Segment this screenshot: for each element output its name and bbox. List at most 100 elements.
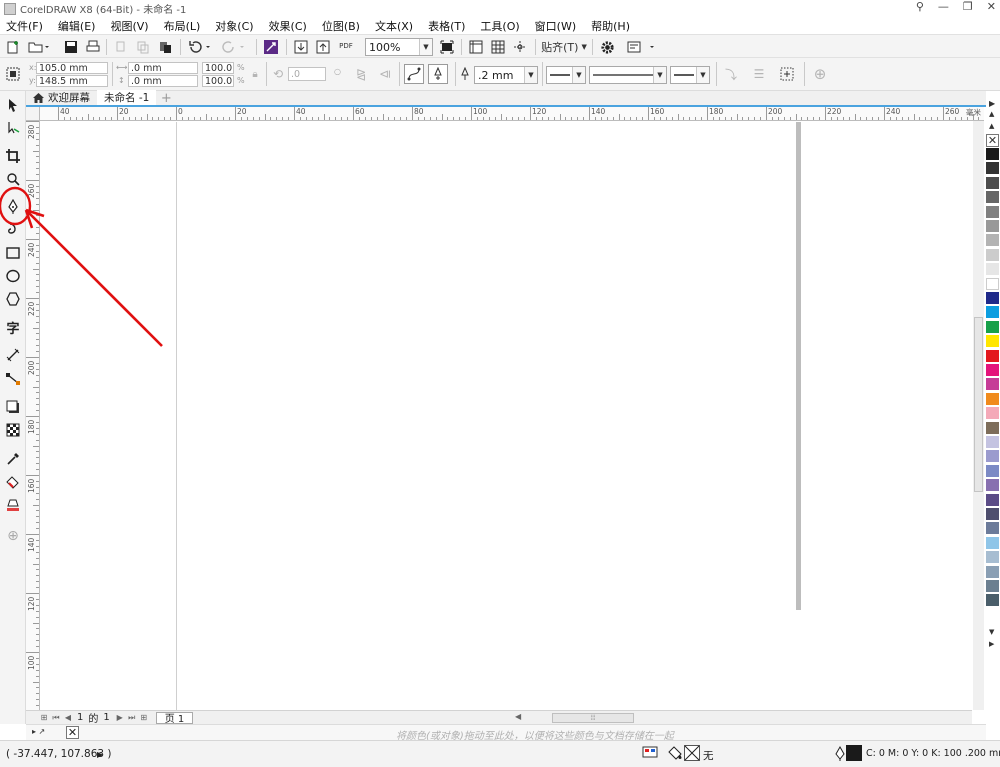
palette-swatch[interactable]	[986, 421, 999, 434]
smart-fill-tool-icon[interactable]	[4, 496, 22, 514]
palette-swatch[interactable]	[986, 292, 999, 304]
minimize-button[interactable]: —	[938, 0, 949, 13]
show-rulers-icon[interactable]	[467, 38, 485, 56]
scroll-left-icon[interactable]: ◀	[515, 712, 521, 721]
horizontal-scroll-thumb[interactable]: ⦙⦙⦙	[552, 713, 634, 723]
horizontal-ruler[interactable]: 40 20 0 20 40 60 80 100 120 140 160 180 200 220 240 260…	[40, 107, 984, 121]
add-tab-button[interactable]: +	[159, 91, 173, 106]
shape-tool-icon[interactable]	[4, 119, 22, 137]
palette-swatch[interactable]	[986, 551, 999, 564]
wrap-text-icon[interactable]: ☰	[750, 65, 768, 83]
palette-swatch[interactable]	[986, 162, 999, 175]
add-page-before-icon[interactable]: ⊞	[38, 712, 50, 724]
pick-tool-icon[interactable]	[4, 96, 22, 114]
page-size-icon[interactable]	[4, 65, 22, 83]
snap-to-button[interactable]: 贴齐(T) ▼	[541, 38, 587, 56]
palette-swatch[interactable]	[986, 522, 999, 535]
object-height-field[interactable]: .0 mm	[128, 75, 198, 87]
menu-bitmaps[interactable]: 位图(B)	[322, 18, 360, 34]
redo-icon[interactable]	[220, 38, 248, 56]
full-screen-icon[interactable]	[438, 38, 456, 56]
chevron-down-icon[interactable]: ▼	[653, 67, 666, 83]
palette-swatch[interactable]	[986, 263, 999, 276]
palette-swatch[interactable]	[986, 248, 999, 261]
ellipse-tool-icon[interactable]	[4, 267, 22, 285]
menu-tools[interactable]: 工具(O)	[480, 18, 519, 34]
chevron-down-icon[interactable]: ▼	[572, 67, 585, 83]
start-arrowhead-select[interactable]: ▼	[546, 66, 586, 84]
zoom-tool-icon[interactable]	[4, 170, 22, 188]
palette-swatch[interactable]	[986, 493, 999, 506]
account-icon[interactable]: ⚲	[916, 0, 924, 13]
outline-color-swatch[interactable]	[846, 745, 862, 761]
palette-swatch[interactable]	[986, 450, 999, 463]
color-proofing-icon[interactable]	[642, 745, 658, 764]
text-tool-icon[interactable]: 字	[4, 318, 22, 337]
object-width-field[interactable]: .0 mm	[128, 62, 198, 74]
palette-swatch[interactable]	[986, 191, 999, 204]
export-icon[interactable]	[314, 38, 332, 56]
import-icon[interactable]	[292, 38, 310, 56]
docker-expand-icon[interactable]: ▶	[989, 99, 995, 108]
palette-swatch[interactable]	[986, 205, 999, 218]
palette-swatch[interactable]	[986, 436, 999, 448]
interactive-fill-tool-icon[interactable]	[4, 473, 22, 491]
polygon-tool-icon[interactable]	[4, 290, 22, 308]
color-eyedropper-tool-icon[interactable]	[4, 450, 22, 468]
palette-swatch[interactable]	[986, 536, 999, 549]
auto-add-delete-icon[interactable]	[428, 64, 448, 84]
tab-welcome-screen[interactable]: 欢迎屏幕	[26, 90, 97, 105]
palette-swatch[interactable]	[986, 392, 999, 405]
menu-window[interactable]: 窗口(W)	[535, 18, 576, 34]
add-options-icon[interactable]: ⊕	[810, 65, 830, 83]
save-icon[interactable]	[62, 38, 80, 56]
end-arrowhead-select[interactable]: ▼	[670, 66, 710, 84]
palette-swatch[interactable]	[986, 364, 999, 376]
show-guidelines-icon[interactable]	[511, 38, 529, 56]
mirror-vertical-icon[interactable]: ⧏	[376, 65, 394, 83]
previous-page-icon[interactable]: ◀	[62, 712, 74, 724]
palette-swatch[interactable]	[986, 349, 999, 362]
print-icon[interactable]	[84, 38, 102, 56]
palette-swatch[interactable]	[986, 580, 999, 592]
add-tool-icon[interactable]: ⊕	[4, 527, 22, 545]
palette-swatch[interactable]	[986, 464, 999, 477]
palette-scroll-up-icon[interactable]: ▲	[989, 122, 994, 130]
page-tab-1[interactable]: 页 1	[155, 711, 194, 725]
add-page-after-icon[interactable]: ⊞	[138, 712, 150, 724]
chevron-down-icon[interactable]: ▼	[696, 67, 709, 83]
palette-swatch[interactable]	[986, 508, 999, 520]
palette-swatch[interactable]	[986, 306, 999, 319]
line-style-select[interactable]: ▼	[589, 66, 667, 84]
menu-text[interactable]: 文本(X)	[375, 18, 413, 34]
menu-help[interactable]: 帮助(H)	[591, 18, 630, 34]
options-gear-icon[interactable]	[598, 38, 616, 56]
show-grid-icon[interactable]	[489, 38, 507, 56]
palette-swatch[interactable]	[986, 148, 999, 160]
palette-swatch[interactable]	[986, 320, 999, 333]
palette-scroll-down-icon[interactable]: ▼	[989, 628, 994, 636]
rectangle-tool-icon[interactable]	[4, 244, 22, 262]
ruler-origin[interactable]	[26, 107, 40, 121]
position-x-field[interactable]: 105.0 mm	[36, 62, 108, 74]
palette-swatch[interactable]	[986, 594, 999, 607]
rotation-angle-field[interactable]: .0	[288, 67, 326, 81]
position-y-field[interactable]: 148.5 mm	[36, 75, 108, 87]
menu-view[interactable]: 视图(V)	[110, 18, 148, 34]
application-launcher-icon[interactable]	[624, 38, 658, 56]
artistic-media-tool-icon[interactable]	[4, 220, 22, 238]
open-icon[interactable]	[26, 38, 52, 56]
pen-tool-icon[interactable]	[4, 198, 22, 216]
palette-swatch[interactable]	[986, 234, 999, 247]
status-expand-icon[interactable]: ▶	[97, 750, 103, 759]
palette-swatch[interactable]	[986, 565, 999, 578]
new-document-icon[interactable]	[4, 38, 22, 56]
menu-table[interactable]: 表格(T)	[428, 18, 465, 34]
doc-palette-no-color-swatch[interactable]: ✕	[66, 726, 79, 739]
chevron-down-icon[interactable]: ▼	[524, 67, 537, 83]
first-page-icon[interactable]: ⏮	[50, 712, 62, 724]
close-button[interactable]: ✕	[987, 0, 996, 13]
vertical-scroll-thumb[interactable]	[974, 317, 983, 492]
connector-tool-icon[interactable]	[4, 370, 22, 388]
copy-icon[interactable]	[134, 38, 152, 56]
